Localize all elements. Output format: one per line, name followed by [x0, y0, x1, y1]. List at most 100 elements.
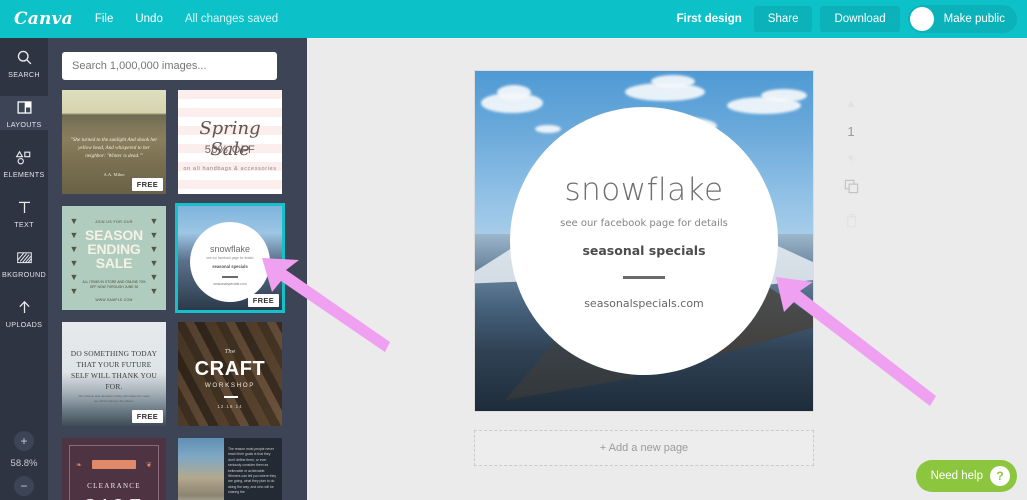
template-ribbon — [92, 460, 136, 469]
template-thumbnail-spring-sale[interactable]: Spring Sale 50% OFF on all handbags & ac… — [178, 90, 282, 194]
ornament-arrows-left: ▼ ▼ ▼ ▼ ▼ ▼ — [69, 216, 79, 296]
template-author: A.A. Milne — [103, 172, 125, 177]
template-the: The — [224, 349, 236, 355]
sidebar-item-text[interactable]: TEXT — [0, 188, 48, 238]
chevron-down-icon[interactable]: ▼ — [846, 153, 857, 165]
sidebar-item-layouts[interactable]: LAYOUTS — [0, 88, 48, 138]
template-thumbnail-forest-quote[interactable]: "She turned to the sunlight And shook he… — [62, 90, 166, 194]
download-button[interactable]: Download — [820, 6, 900, 32]
sidebar-item-background[interactable]: BKGROUND — [0, 238, 48, 288]
sidebar-label-text: TEXT — [14, 220, 34, 229]
sidebar-label-background: BKGROUND — [2, 270, 46, 279]
cloud-icon — [497, 85, 531, 100]
chevron-up-icon[interactable]: ▲ — [846, 98, 857, 110]
trash-icon[interactable] — [845, 213, 858, 233]
cloud-icon — [761, 89, 807, 102]
template-subtitle: see our facebook page for details — [206, 256, 254, 260]
background-icon — [16, 247, 33, 267]
design-title[interactable]: snowflake — [564, 172, 723, 208]
template-thumbnail-snowflake[interactable]: snowflake see our facebook page for deta… — [175, 203, 285, 313]
top-bar: Canva File Undo All changes saved First … — [0, 0, 1027, 38]
template-line3: on all handbags & accessories — [183, 166, 277, 172]
template-divider — [222, 276, 238, 278]
cloud-icon — [535, 125, 561, 133]
text-icon — [16, 197, 33, 217]
search-input[interactable] — [62, 52, 277, 80]
search-icon — [16, 47, 33, 67]
design-circle-card: snowflake see our facebook page for deta… — [510, 107, 778, 375]
canva-logo[interactable]: Canva — [14, 9, 73, 29]
free-badge: FREE — [131, 178, 163, 191]
template-sub: ALL ITEMS IN STORE AND ONLINE 70% OFF NO… — [82, 280, 146, 289]
design-subtitle[interactable]: see our facebook page for details — [560, 218, 728, 229]
sidebar-item-elements[interactable]: ELEMENTS — [0, 138, 48, 188]
need-help-button[interactable]: Need help ? — [915, 460, 1017, 492]
template-thumbnail-season-ending-sale[interactable]: ▼ ▼ ▼ ▼ ▼ ▼ ▼ ▼ ▼ ▼ ▼ ▼ JOIN US FOR OUR SEASON END… — [62, 206, 166, 310]
template-headline: CRAFT — [194, 358, 266, 380]
template-headline: SEASON ENDING SALE — [85, 227, 143, 271]
ornament-left-icon: ❧ — [76, 462, 82, 469]
workspace: snowflake see our facebook page for deta… — [307, 38, 1027, 500]
sidebar-label-search: SEARCH — [8, 70, 40, 79]
ornament-arrows-right: ▼ ▼ ▼ ▼ ▼ ▼ — [149, 216, 159, 296]
ornament-right-icon: ❦ — [146, 462, 152, 469]
zoom-level: 58.8% — [10, 458, 38, 469]
need-help-label: Need help — [930, 470, 983, 482]
free-badge: FREE — [247, 294, 279, 307]
share-button[interactable]: Share — [753, 6, 813, 32]
elements-icon — [15, 147, 33, 167]
free-badge: FREE — [131, 410, 163, 423]
template-photo — [178, 438, 224, 500]
layouts-panel: "She turned to the sunlight And shook he… — [48, 38, 307, 500]
template-thumbnail-do-something[interactable]: DO SOMETHING TODAY THAT YOUR FUTURE SELF… — [62, 322, 166, 426]
template-thumbnail-craft-workshop[interactable]: The CRAFT WORKSHOP 12.18.14 — [178, 322, 282, 426]
template-url: WWW.SAMPLE.COM — [95, 298, 133, 302]
sidebar-item-search[interactable]: SEARCH — [0, 38, 48, 88]
add-new-page-button[interactable]: + Add a new page — [474, 430, 814, 466]
sidebar-item-uploads[interactable]: UPLOADS — [0, 288, 48, 338]
template-headline: DO SOMETHING TODAY THAT YOUR FUTURE SELF… — [70, 349, 158, 391]
sidebar-label-elements: ELEMENTS — [3, 170, 45, 179]
menu-undo[interactable]: Undo — [135, 13, 163, 25]
template-top-line: JOIN US FOR OUR — [95, 220, 133, 224]
design-divider — [623, 276, 665, 279]
question-mark-icon: ? — [990, 466, 1010, 486]
template-grid: "She turned to the sunlight And shook he… — [62, 90, 302, 500]
design-specials[interactable]: seasonal specials — [582, 243, 705, 258]
make-public-label: Make public — [943, 13, 1005, 25]
canva-editor: Canva File Undo All changes saved First … — [0, 0, 1027, 500]
left-rail: SEARCH LAYOUTS ELEMENTS TEXT BKGROUND UP… — [0, 38, 48, 500]
design-canvas[interactable]: snowflake see our facebook page for deta… — [474, 70, 814, 412]
zoom-controls: + 58.8% − — [0, 431, 48, 496]
template-url: seasonalspecials.com — [213, 282, 247, 286]
top-bar-actions: First design Share Download Make public — [677, 0, 1017, 38]
layouts-icon — [16, 97, 33, 117]
template-line1: CLEARANCE — [87, 482, 141, 490]
template-line2: SALE — [62, 494, 166, 500]
design-title[interactable]: First design — [677, 13, 742, 25]
design-url[interactable]: seasonalspecials.com — [584, 297, 704, 310]
cloud-icon — [651, 75, 695, 88]
page-number: 1 — [847, 124, 855, 139]
template-thumbnail-paragraph-card[interactable]: The reason most people never reach their… — [178, 438, 282, 500]
upload-icon — [16, 297, 33, 317]
save-status: All changes saved — [184, 13, 279, 25]
template-frame — [69, 445, 159, 500]
template-body: The reason most people never reach their… — [228, 447, 277, 495]
make-public-toggle[interactable]: Make public — [907, 5, 1017, 33]
template-sub: WORKSHOP — [204, 382, 256, 389]
zoom-out-button[interactable]: − — [14, 476, 34, 496]
zoom-in-button[interactable]: + — [14, 431, 34, 451]
menu-file[interactable]: File — [95, 13, 114, 25]
toggle-knob — [909, 7, 934, 31]
duplicate-page-icon[interactable] — [844, 179, 859, 199]
sidebar-label-uploads: UPLOADS — [5, 320, 43, 329]
sidebar-label-layouts: LAYOUTS — [6, 120, 42, 129]
template-divider — [224, 396, 238, 398]
template-date: 12.18.14 — [217, 404, 243, 409]
template-thumbnail-clearance-sale[interactable]: ❧ ❦ CLEARANCE SALE — [62, 438, 166, 500]
template-body: Our actions and decisions today will sha… — [78, 394, 150, 403]
template-quote: "She turned to the sunlight And shook he… — [70, 137, 158, 159]
template-title: snowflake — [209, 244, 251, 254]
template-specials: seasonal specials — [212, 264, 248, 269]
